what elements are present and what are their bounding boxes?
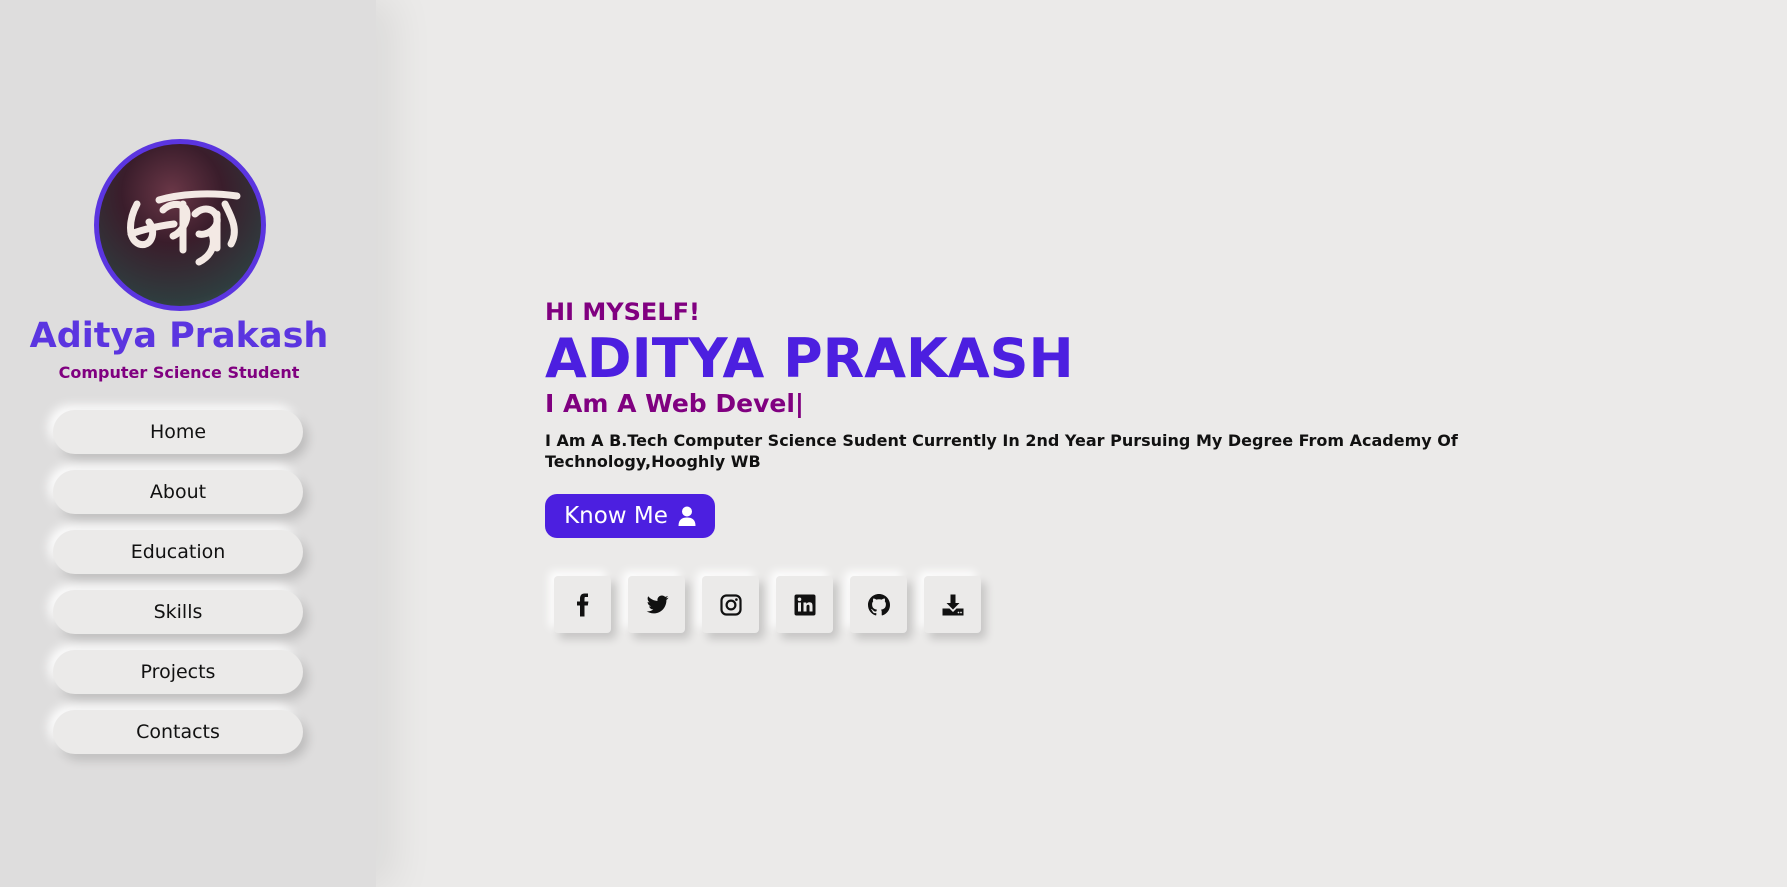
sidebar-role: Computer Science Student: [58, 363, 300, 382]
nav-item-education[interactable]: Education: [53, 530, 303, 574]
hero-name: ADITYA PRAKASH: [545, 327, 1074, 390]
know-me-button[interactable]: Know Me: [545, 494, 715, 538]
hero-bio: I Am A B.Tech Computer Science Sudent Cu…: [545, 431, 1458, 471]
social-links: [554, 576, 981, 633]
hero-greeting: HI MYSELF!: [545, 298, 700, 326]
nav-item-skills[interactable]: Skills: [53, 590, 303, 634]
nav-item-projects[interactable]: Projects: [53, 650, 303, 694]
download-link[interactable]: [924, 576, 981, 633]
nav-item-home[interactable]: Home: [53, 410, 303, 454]
user-icon: [678, 506, 696, 526]
calligraphy-logo: [127, 190, 241, 266]
facebook-link[interactable]: [554, 576, 611, 633]
github-icon: [867, 593, 890, 615]
sidebar-name: Aditya Prakash: [29, 316, 329, 356]
github-link[interactable]: [850, 576, 907, 633]
hero-typed-text: I Am A Web Devel|: [545, 389, 805, 418]
avatar: [94, 139, 266, 311]
twitter-icon: [646, 595, 668, 613]
nav-item-contacts[interactable]: Contacts: [53, 710, 303, 754]
linkedin-icon: [794, 594, 815, 615]
twitter-link[interactable]: [628, 576, 685, 633]
instagram-icon: [719, 593, 742, 616]
download-icon: [942, 594, 963, 615]
portfolio-page: Aditya Prakash Computer Science Student …: [0, 0, 1787, 887]
know-me-label: Know Me: [564, 503, 668, 529]
nav-item-about[interactable]: About: [53, 470, 303, 514]
instagram-link[interactable]: [702, 576, 759, 633]
sidebar-nav: Home About Education Skills Projects Con…: [53, 410, 303, 770]
sidebar: Aditya Prakash Computer Science Student …: [0, 0, 376, 887]
facebook-icon: [576, 593, 588, 616]
linkedin-link[interactable]: [776, 576, 833, 633]
